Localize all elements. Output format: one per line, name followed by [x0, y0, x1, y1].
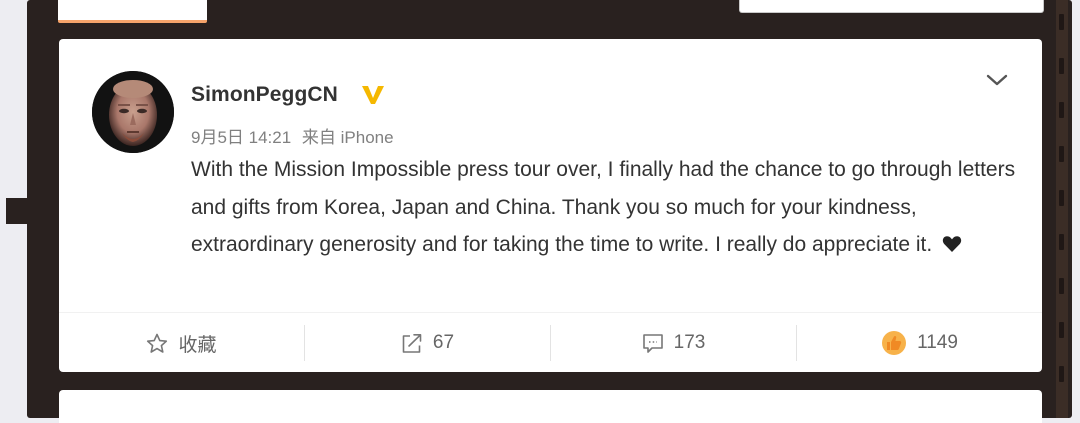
previous-search-box-edge: [739, 0, 1044, 13]
chevron-down-icon[interactable]: [985, 70, 1009, 90]
black-heart-icon: [942, 236, 962, 252]
favorite-button[interactable]: 收藏: [59, 313, 304, 373]
star-outline-icon: [147, 333, 168, 353]
verified-v-icon: [362, 86, 384, 104]
share-arrow-icon: [402, 333, 422, 353]
repost-count: 67: [432, 332, 455, 353]
favorite-label: 收藏: [178, 334, 217, 356]
weibo-post-card: SimonPeggCN 9月5日 14:21 来自 iPhone With th…: [59, 39, 1042, 372]
post-meta: 9月5日 14:21 来自 iPhone: [191, 123, 394, 148]
source-prefix: 来自: [301, 128, 336, 147]
thumbs-up-icon: [882, 331, 907, 355]
post-source[interactable]: iPhone: [341, 128, 394, 147]
scrollbar-track[interactable]: [1056, 0, 1068, 418]
post-text: With the Mission Impossible press tour o…: [191, 158, 1016, 256]
like-count: 1149: [917, 332, 958, 353]
frame-notch: [6, 198, 31, 224]
post-body: With the Mission Impossible press tour o…: [191, 151, 1021, 264]
comment-count: 173: [673, 332, 706, 353]
next-post-card-edge: [59, 390, 1042, 423]
comment-button[interactable]: 173: [551, 313, 796, 373]
previous-tab-edge: [58, 0, 207, 23]
avatar[interactable]: [92, 71, 174, 153]
post-date[interactable]: 9月5日 14:21: [191, 128, 291, 147]
action-bar: 收藏 67 173 1149: [59, 312, 1042, 373]
repost-button[interactable]: 67: [305, 313, 550, 373]
like-button[interactable]: 1149: [797, 313, 1042, 373]
speech-bubble-icon: [642, 333, 663, 353]
username[interactable]: SimonPeggCN: [191, 83, 338, 107]
